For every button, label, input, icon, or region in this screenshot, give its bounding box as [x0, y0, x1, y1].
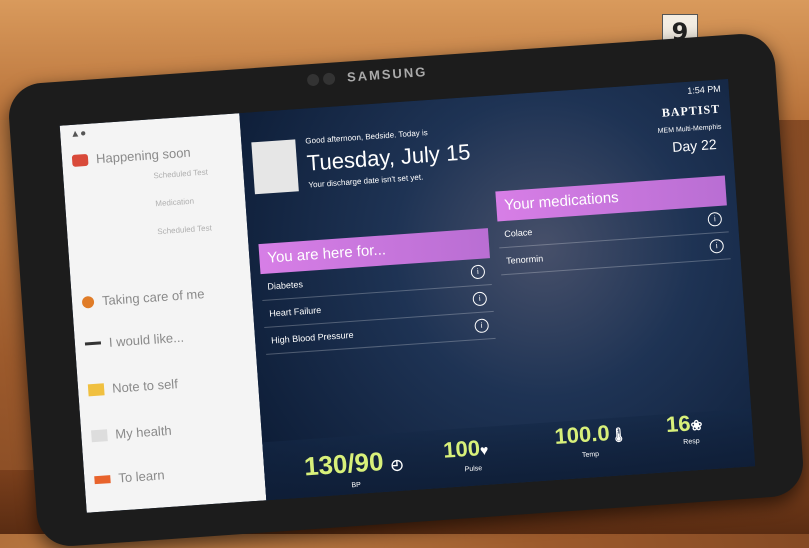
camera-icon	[306, 73, 320, 87]
lungs-icon: ❀	[690, 416, 703, 434]
alarm-icon	[71, 153, 89, 167]
info-icon[interactable]: i	[470, 264, 486, 280]
main-panel: 1:54 PM BAPTIST MEM Multi-Memphis Day 22…	[239, 79, 756, 501]
sidebar-item-label: I would like...	[108, 329, 185, 350]
medications-panel: Your medications Colace i Tenormin i	[495, 175, 731, 276]
status-icons: ▲●	[69, 127, 87, 141]
app-screen: ▲● Happening soon Scheduled Test Medicat…	[59, 79, 756, 513]
sidebar-item-to-learn[interactable]: To learn	[94, 467, 165, 487]
sidebar-item-label: Taking care of me	[101, 286, 205, 309]
sidebar-item-note-to-self[interactable]: Note to self	[87, 376, 179, 397]
info-icon[interactable]: i	[472, 291, 488, 307]
thermometer-icon: 🌡	[609, 425, 628, 444]
heart-icon	[90, 428, 108, 442]
pen-icon	[84, 341, 102, 346]
tablet-device: SAMSUNG ▲● Happening soon Scheduled Test…	[6, 31, 806, 548]
resp-label: Resp	[683, 437, 700, 447]
sidebar-item-label: Note to self	[111, 376, 179, 396]
sidebar-item-happening-soon[interactable]: Happening soon	[71, 144, 192, 168]
sub-item-scheduled-test-2[interactable]: Scheduled Test	[157, 222, 238, 238]
info-icon[interactable]: i	[709, 238, 725, 254]
resp-value: 16❀	[665, 410, 703, 438]
unit-line: MEM Multi-Memphis	[657, 123, 722, 136]
medication-name: Colace	[503, 227, 533, 239]
vitals-bar: 130/90 ◴ BP 100♥ Pulse 100.0🌡 Temp 16❀ R…	[262, 408, 756, 501]
day-count: Day 22	[671, 135, 718, 156]
sidebar: ▲● Happening soon Scheduled Test Medicat…	[59, 113, 267, 513]
diagnosis-name: High Blood Pressure	[270, 329, 354, 346]
bp-label: BP	[351, 481, 362, 490]
avatar[interactable]	[251, 139, 299, 195]
temp-label: Temp	[581, 450, 600, 460]
info-icon[interactable]: i	[474, 318, 490, 334]
sidebar-item-label: To learn	[117, 467, 166, 486]
bp-value: 130/90 ◴	[303, 446, 404, 482]
sidebar-item-taking-care[interactable]: Taking care of me	[81, 286, 205, 310]
medication-name: Tenormin	[505, 253, 544, 266]
sidebar-item-i-would-like[interactable]: I would like...	[84, 330, 184, 352]
sidebar-item-label: My health	[114, 422, 173, 442]
diagnosis-name: Heart Failure	[268, 304, 322, 319]
book-icon	[94, 474, 111, 484]
sidebar-item-label: Happening soon	[95, 144, 192, 167]
hospital-logo: BAPTIST	[661, 101, 721, 120]
diagnoses-panel: You are here for... Diabetes i Heart Fai…	[258, 228, 496, 355]
pulse-value: 100♥	[442, 435, 489, 463]
sidebar-item-my-health[interactable]: My health	[90, 422, 173, 444]
page-title: Tuesday, July 15	[306, 139, 472, 176]
status-time: 1:54 PM	[686, 83, 722, 96]
brand-label: SAMSUNG	[346, 64, 428, 85]
gauge-icon: ◴	[390, 455, 404, 473]
diagnosis-name: Diabetes	[267, 279, 304, 292]
sub-item-scheduled-test[interactable]: Scheduled Test	[153, 166, 234, 182]
info-icon[interactable]: i	[707, 211, 723, 227]
note-icon	[87, 382, 105, 396]
pulse-label: Pulse	[464, 465, 483, 474]
sub-item-medication[interactable]: Medication	[155, 194, 236, 210]
heart-icon: ♥	[479, 441, 489, 459]
person-icon	[81, 295, 95, 309]
temp-value: 100.0🌡	[553, 420, 628, 449]
